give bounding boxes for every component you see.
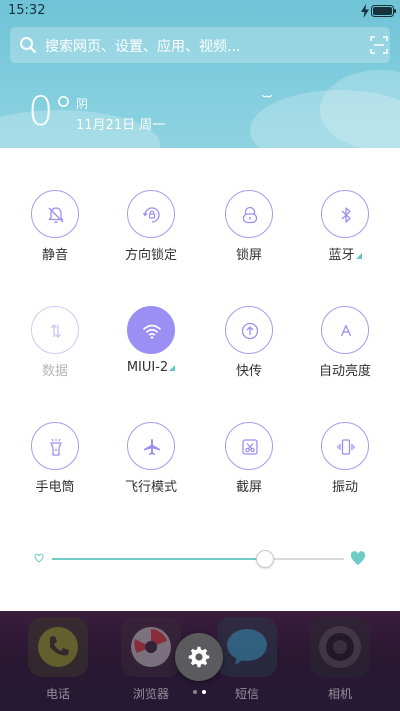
toggle-screenshot[interactable]: 截屏 bbox=[205, 422, 293, 518]
quick-transfer-icon bbox=[241, 322, 259, 340]
toggle-bluetooth-circle[interactable] bbox=[321, 190, 369, 238]
toggle-airplane-mode-label: 飞行模式 bbox=[124, 480, 177, 495]
toggle-lock-screen[interactable]: 锁屏 bbox=[205, 190, 293, 286]
dock-app-browser[interactable]: 浏览器 bbox=[121, 617, 181, 707]
quick-settings-panel: 静音 方向锁定 锁屏 蓝牙 数据 MIUI-2 快传 自动亮度 手电筒 飞行模式… bbox=[0, 148, 400, 611]
browser-icon bbox=[131, 627, 171, 667]
toggle-airplane-mode-circle[interactable] bbox=[127, 422, 175, 470]
toggle-auto-brightness[interactable]: 自动亮度 bbox=[301, 306, 389, 402]
brightness-fill bbox=[52, 558, 266, 560]
browser-app-icon bbox=[121, 617, 181, 677]
brightness-high-icon bbox=[350, 551, 366, 565]
wifi-icon bbox=[143, 324, 161, 339]
dock-app-phone[interactable]: 电话 bbox=[28, 617, 88, 707]
toggle-silent-label: 静音 bbox=[41, 248, 68, 263]
toggle-wifi-label: MIUI-2 bbox=[107, 360, 195, 375]
toggle-auto-brightness-circle[interactable] bbox=[321, 306, 369, 354]
more-options-indicator bbox=[355, 253, 362, 259]
gear-icon bbox=[188, 646, 210, 668]
dock-app-label: 电话 bbox=[45, 687, 70, 701]
page-indicator-dot bbox=[193, 690, 197, 694]
toggle-vibrate-label: 振动 bbox=[331, 480, 358, 495]
toggle-quick-transfer-label: 快传 bbox=[235, 364, 262, 379]
dock-app-label: 浏览器 bbox=[132, 687, 169, 701]
notification-shade-header: 15:32 搜索网页、设置、应用、视频... 0° 阴 11月21日 周一 bbox=[0, 0, 400, 150]
toggle-mobile-data-label: 数据 bbox=[41, 364, 68, 379]
toggle-rotation-lock-label: 方向锁定 bbox=[124, 248, 177, 263]
toggle-vibrate[interactable]: 振动 bbox=[301, 422, 389, 518]
dock-app-messages[interactable]: 短信 bbox=[217, 617, 277, 707]
toggle-mobile-data[interactable]: 数据 bbox=[11, 306, 99, 402]
search-bar[interactable]: 搜索网页、设置、应用、视频... bbox=[10, 27, 390, 63]
search-icon bbox=[20, 37, 36, 53]
toggle-screenshot-label: 截屏 bbox=[235, 480, 262, 495]
battery-icon bbox=[371, 5, 396, 17]
messages-app-icon bbox=[217, 617, 277, 677]
toggle-rotation-lock-circle[interactable] bbox=[127, 190, 175, 238]
toggle-wifi[interactable]: MIUI-2 bbox=[107, 306, 195, 402]
dock-app-label: 短信 bbox=[234, 687, 259, 701]
vibrate-icon bbox=[337, 439, 355, 455]
weather-condition: 阴 bbox=[76, 97, 89, 111]
brightness-slider[interactable] bbox=[30, 546, 370, 574]
scan-icon[interactable] bbox=[370, 36, 388, 54]
toggle-bluetooth[interactable]: 蓝牙 bbox=[301, 190, 389, 286]
phone-app-icon bbox=[28, 617, 88, 677]
dock-app-camera[interactable]: 相机 bbox=[310, 617, 370, 707]
toggle-silent[interactable]: 静音 bbox=[11, 190, 99, 286]
rotation-lock-icon bbox=[142, 207, 160, 223]
toggle-bluetooth-label: 蓝牙 bbox=[301, 244, 389, 263]
toggle-quick-transfer-circle[interactable] bbox=[225, 306, 273, 354]
toggle-lock-screen-circle[interactable] bbox=[225, 190, 273, 238]
toggle-mobile-data-circle[interactable] bbox=[31, 306, 79, 354]
toggle-wifi-text: MIUI-2 bbox=[126, 360, 169, 375]
toggle-flashlight-circle[interactable] bbox=[31, 422, 79, 470]
camera-app-icon bbox=[310, 617, 370, 677]
more-options-indicator bbox=[169, 365, 176, 371]
settings-button[interactable] bbox=[175, 633, 223, 681]
status-time: 15:32 bbox=[8, 3, 46, 18]
toggle-airplane-mode[interactable]: 飞行模式 bbox=[107, 422, 195, 518]
brightness-track[interactable] bbox=[52, 550, 344, 568]
dock-app-label: 相机 bbox=[327, 687, 352, 701]
flashlight-icon bbox=[50, 438, 62, 456]
auto-brightness-icon bbox=[340, 324, 352, 337]
bell-off-icon bbox=[48, 207, 64, 223]
toggle-silent-circle[interactable] bbox=[31, 190, 79, 238]
toggle-bluetooth-text: 蓝牙 bbox=[328, 248, 355, 263]
toggle-screenshot-circle[interactable] bbox=[225, 422, 273, 470]
charging-icon bbox=[361, 4, 369, 18]
lock-icon bbox=[242, 206, 258, 224]
mobile-data-icon bbox=[51, 324, 61, 338]
bird-decoration bbox=[262, 94, 272, 98]
weather-date: 11月21日 周一 bbox=[76, 118, 166, 133]
weather-temperature[interactable]: 0° bbox=[28, 88, 73, 136]
toggle-vibrate-circle[interactable] bbox=[321, 422, 369, 470]
toggle-rotation-lock[interactable]: 方向锁定 bbox=[107, 190, 195, 286]
status-bar: 15:32 bbox=[0, 0, 400, 24]
messages-icon bbox=[227, 629, 267, 665]
toggle-flashlight[interactable]: 手电筒 bbox=[11, 422, 99, 518]
toggle-auto-brightness-label: 自动亮度 bbox=[318, 364, 371, 379]
airplane-icon bbox=[144, 439, 160, 455]
brightness-thumb[interactable] bbox=[256, 550, 275, 568]
search-input[interactable]: 搜索网页、设置、应用、视频... bbox=[45, 36, 240, 56]
toggle-flashlight-label: 手电筒 bbox=[35, 480, 75, 495]
toggle-wifi-circle[interactable] bbox=[127, 306, 175, 354]
toggle-lock-screen-label: 锁屏 bbox=[235, 248, 262, 263]
camera-icon bbox=[319, 626, 361, 668]
bluetooth-icon bbox=[341, 207, 351, 223]
brightness-low-icon bbox=[34, 553, 44, 563]
toggle-quick-transfer[interactable]: 快传 bbox=[205, 306, 293, 402]
phone-icon bbox=[38, 627, 78, 667]
page-indicator-dot-active bbox=[202, 690, 206, 694]
screenshot-icon bbox=[242, 439, 258, 455]
